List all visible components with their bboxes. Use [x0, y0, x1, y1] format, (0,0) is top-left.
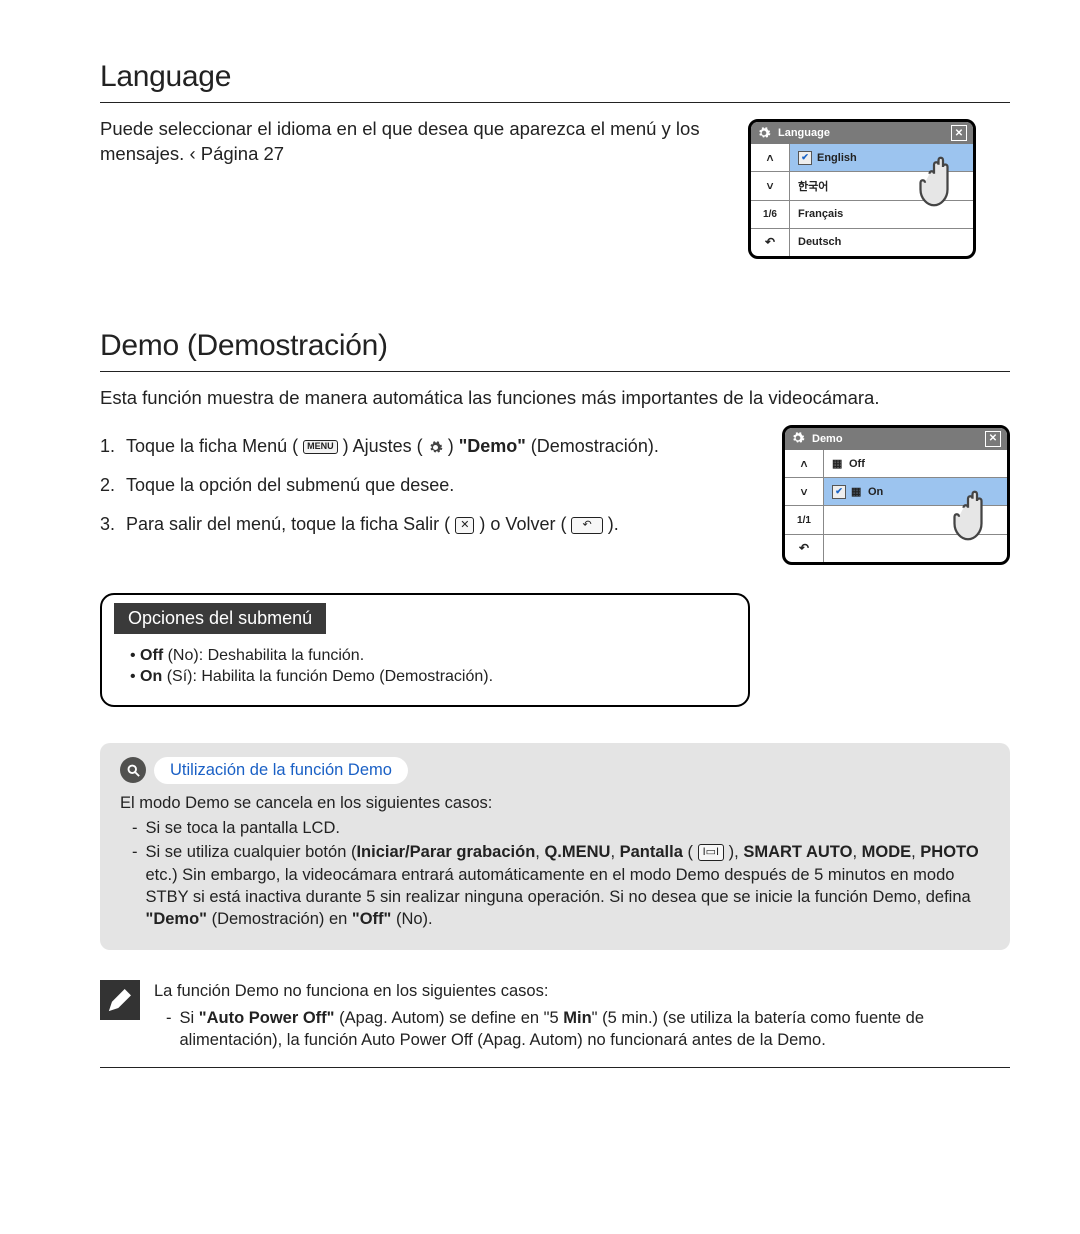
scroll-down-button[interactable]: ˅ [785, 478, 823, 506]
note-line: La función Demo no funciona en los sigui… [154, 980, 1010, 1002]
step-2: 2. Toque la opción del submenú que desee… [100, 472, 754, 499]
empty-row [824, 535, 1007, 562]
language-description: Puede seleccionar el idioma en el que de… [100, 117, 720, 167]
note-box: La función Demo no funciona en los sigui… [100, 980, 1010, 1068]
screen-header: Demo ✕ [785, 428, 1007, 450]
item-icon: ▦ [851, 485, 863, 498]
demo-item-off[interactable]: ▦ Off [824, 450, 1007, 478]
close-icon[interactable]: ✕ [985, 431, 1001, 447]
screen-header: Language ✕ [751, 122, 973, 144]
step-3: 3. Para salir del menú, toque la ficha S… [100, 511, 754, 538]
gear-icon [757, 126, 772, 141]
section-demo-title: Demo (Demostración) [100, 329, 1010, 363]
lang-item-french[interactable]: Français [790, 201, 973, 229]
search-icon [120, 757, 146, 783]
demo-item-on[interactable]: ✔ ▦ On [824, 478, 1007, 506]
close-icon[interactable]: ✕ [951, 125, 967, 141]
section-language-title: Language [100, 60, 1010, 94]
info-dash-2: - Si se utiliza cualquier botón (Iniciar… [132, 841, 990, 930]
gear-icon [428, 440, 443, 455]
page-indicator: 1/6 [751, 201, 789, 229]
display-icon: I▭I [698, 844, 725, 861]
submenu-title: Opciones del submenú [114, 603, 326, 634]
submenu-item-off: • Off (No): Deshabilita la función. [130, 647, 730, 665]
back-button[interactable]: ↶ [751, 229, 789, 256]
submenu-options-box: Opciones del submenú • Off (No): Deshabi… [100, 593, 750, 707]
back-button[interactable]: ↶ [785, 535, 823, 562]
gear-icon [791, 431, 806, 446]
lang-item-english[interactable]: ✔ English [790, 144, 973, 172]
screen-title: Language [778, 127, 830, 139]
step-1: 1. Toque la ficha Menú ( MENU ) Ajustes … [100, 433, 754, 460]
divider [100, 102, 1010, 103]
submenu-item-on: • On (Sí): Habilita la función Demo (Dem… [130, 668, 730, 686]
demo-info-box: Utilización de la función Demo El modo D… [100, 743, 1010, 950]
language-screen: Language ✕ ˄ ˅ 1/6 ↶ ✔ English 한국어 Fran [748, 119, 976, 259]
divider [100, 371, 1010, 372]
menu-icon: MENU [303, 440, 338, 454]
demo-intro: Esta función muestra de manera automátic… [100, 386, 1000, 411]
page-indicator: 1/1 [785, 506, 823, 534]
screen-title: Demo [812, 433, 843, 445]
note-icon [100, 980, 140, 1020]
lang-item-korean[interactable]: 한국어 [790, 172, 973, 200]
check-icon: ✔ [798, 151, 812, 165]
note-dash: - Si "Auto Power Off" (Apag. Autom) se d… [166, 1007, 1010, 1052]
item-icon: ▦ [832, 457, 844, 470]
back-icon: ↶ [571, 517, 602, 534]
demo-screen: Demo ✕ ˄ ˅ 1/1 ↶ ▦ Off ✔ ▦ On [782, 425, 1010, 565]
info-line: El modo Demo se cancela en los siguiente… [120, 794, 990, 813]
scroll-up-button[interactable]: ˄ [785, 450, 823, 478]
lang-item-german[interactable]: Deutsch [790, 229, 973, 256]
check-icon: ✔ [832, 485, 846, 499]
info-dash-1: -Si se toca la pantalla LCD. [132, 817, 990, 839]
close-icon: ✕ [455, 517, 474, 534]
info-pill: Utilización de la función Demo [154, 757, 408, 784]
scroll-up-button[interactable]: ˄ [751, 144, 789, 172]
scroll-down-button[interactable]: ˅ [751, 172, 789, 200]
empty-row [824, 506, 1007, 534]
